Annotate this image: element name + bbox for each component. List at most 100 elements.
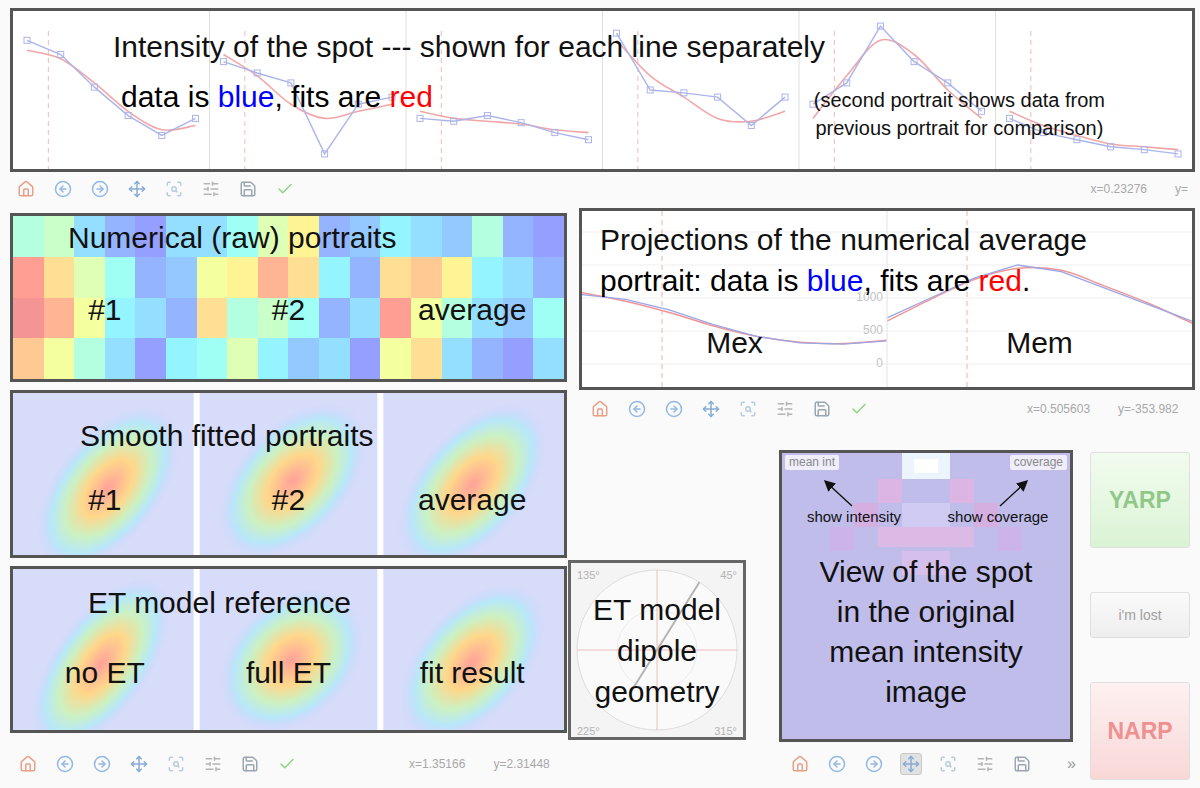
data-point [91, 84, 97, 90]
angle-label: 225° [577, 725, 600, 737]
home-icon [17, 180, 35, 198]
heat-cell [350, 257, 381, 298]
back-button[interactable] [54, 753, 76, 775]
data-point [877, 23, 883, 29]
heat-cell [472, 338, 503, 379]
heat-cell [166, 338, 197, 379]
pan-button[interactable] [700, 398, 722, 420]
save-icon [241, 755, 259, 773]
back-icon [828, 755, 846, 773]
raw-portraits-title: Numerical (raw) portraits [68, 220, 564, 256]
save-button[interactable] [239, 753, 261, 775]
spot-view-hints: show intensityshow coverage [782, 478, 1070, 526]
configure-button[interactable] [200, 178, 222, 200]
spot-view-text: View of the spotin the originalmean inte… [782, 552, 1070, 712]
neutral-button[interactable]: i'm lost [1090, 592, 1190, 638]
cursor-readout: x=0.23276y= [1091, 182, 1200, 196]
forward-button[interactable] [91, 753, 113, 775]
view-mode-button[interactable]: coverage [1010, 455, 1067, 470]
cursor-readout: x=1.35166y=2.31448 [409, 757, 550, 771]
spot-view-line: mean intensity [829, 632, 1022, 672]
pan-button[interactable] [128, 753, 150, 775]
zoom-button[interactable] [937, 753, 959, 775]
projections-legend: portrait: data is blue, fits are red. [600, 260, 1192, 301]
portrait-label: #1 [13, 292, 197, 328]
heat-cell [319, 257, 350, 298]
intensity-panel: Intensity of the spot --- shown for each… [10, 8, 1195, 172]
heat-cell [380, 257, 411, 298]
portrait-label: average [380, 292, 564, 328]
forward-button[interactable] [863, 753, 885, 775]
smooth-portraits-title: Smooth fitted portraits [80, 418, 564, 454]
heat-cell [472, 257, 503, 298]
heat-cell [533, 298, 564, 339]
heat-cell [442, 338, 473, 379]
heat-cell [442, 257, 473, 298]
heat-cell [13, 257, 44, 298]
configure-button[interactable] [974, 753, 996, 775]
data-point [254, 70, 260, 76]
pan-button[interactable] [126, 178, 148, 200]
back-button[interactable] [826, 753, 848, 775]
comparison-note: (second portrait shows data fromprevious… [814, 86, 1105, 142]
zoom-button[interactable] [165, 753, 187, 775]
legend-word: data is [121, 80, 218, 113]
back-button[interactable] [52, 178, 74, 200]
heatmap-blob [190, 393, 395, 555]
arrow-icon [926, 478, 1070, 508]
projection-labels: MexMem [582, 325, 1192, 361]
cursor-readout: x=0.505603y=-353.982 [1027, 402, 1178, 416]
heat-cell [105, 338, 136, 379]
heat-cell [227, 298, 258, 339]
home-button[interactable] [17, 753, 39, 775]
heat-cell [166, 298, 197, 339]
configure-icon [776, 400, 794, 418]
home-button[interactable] [789, 753, 811, 775]
spot-view-line: image [885, 672, 967, 712]
data-point [24, 37, 30, 43]
dipole-panel: 135°45°225°315°ET model dipole geometry [568, 560, 746, 740]
save-button[interactable] [811, 398, 833, 420]
save-button[interactable] [237, 178, 259, 200]
heat-cell [350, 338, 381, 379]
projections-toolbar: x=0.505603y=-353.982 [579, 396, 1200, 422]
pan-button[interactable] [900, 753, 922, 775]
forward-button[interactable] [663, 398, 685, 420]
data-point [715, 94, 721, 100]
intensity-toolbar: x=0.23276y= [0, 176, 1200, 202]
readout-y: y=-353.982 [1118, 402, 1178, 416]
home-icon [19, 755, 37, 773]
forward-button[interactable] [89, 178, 111, 200]
back-button[interactable] [626, 398, 648, 420]
heatmap-blob [372, 569, 564, 730]
heat-cell [13, 216, 44, 257]
fit-line [420, 111, 589, 132]
save-button[interactable] [1011, 753, 1033, 775]
hint-label: show coverage [948, 508, 1049, 526]
accept-button[interactable]: YARP [1090, 452, 1190, 548]
portraits-toolbar: x=1.35166y=2.31448 [10, 751, 746, 777]
zoom-button[interactable] [163, 178, 185, 200]
check-icon [850, 400, 868, 418]
check-button[interactable] [848, 398, 870, 420]
legend-word: red [390, 80, 433, 113]
pan-icon [130, 755, 148, 773]
et-reference-title: ET model reference [88, 585, 564, 621]
check-button[interactable] [276, 753, 298, 775]
reject-button[interactable]: NARP [1090, 682, 1190, 780]
data-point [159, 132, 165, 138]
zoom-button[interactable] [737, 398, 759, 420]
home-button[interactable] [589, 398, 611, 420]
view-mode-button[interactable]: mean int [785, 455, 839, 470]
check-button[interactable] [274, 178, 296, 200]
raw-portraits-panel: Numerical (raw) portraits#1#2average [10, 213, 567, 382]
spot-toolbar: » [779, 751, 1090, 777]
home-button[interactable] [15, 178, 37, 200]
overflow-button[interactable]: » [1067, 755, 1090, 773]
pan-icon [702, 400, 720, 418]
configure-button[interactable] [774, 398, 796, 420]
intensity-legend: data is blue, fits are red [121, 79, 433, 115]
heat-cell [197, 338, 228, 379]
configure-button[interactable] [202, 753, 224, 775]
forward-icon [865, 755, 883, 773]
